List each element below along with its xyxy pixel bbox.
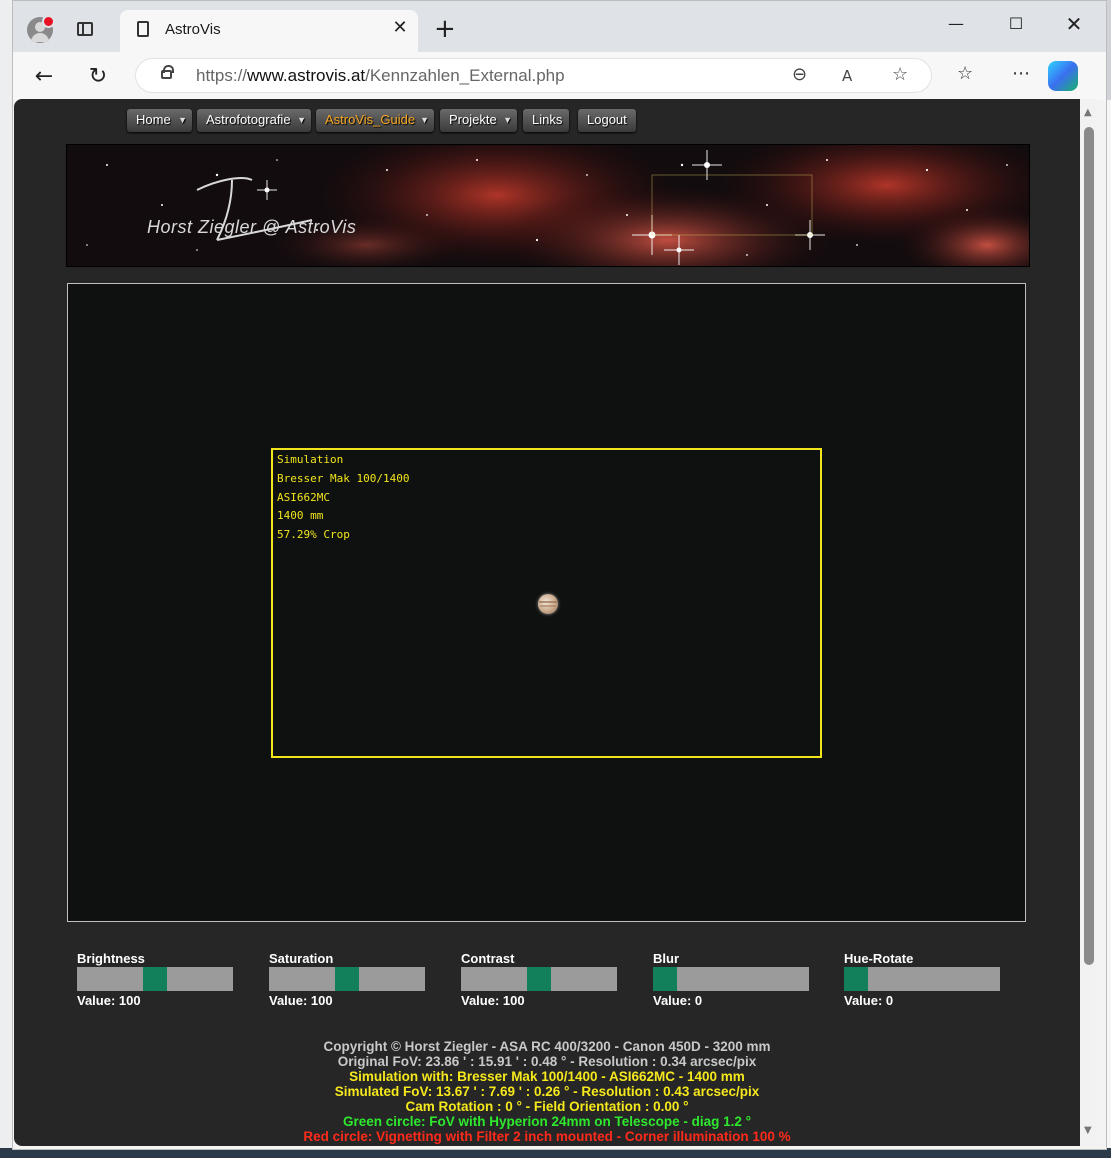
avatar-body	[31, 33, 49, 42]
fov-line-crop: 57.29% Crop	[277, 528, 350, 541]
brightness-slider[interactable]	[77, 967, 233, 991]
info-footer: Copyright © Horst Ziegler - ASA RC 400/3…	[14, 1039, 1080, 1144]
saturation-slider[interactable]	[269, 967, 425, 991]
slider-thumb[interactable]	[527, 967, 551, 991]
page-scrollbar[interactable]: ▲ ▼	[1080, 99, 1098, 1146]
fov-line-telescope: Bresser Mak 100/1400	[277, 472, 410, 485]
menu-astrofotografie[interactable]: Astrofotografie ▼	[197, 109, 311, 132]
contrast-slider[interactable]	[461, 967, 617, 991]
dropdown-arrow-icon: ▼	[420, 115, 429, 125]
scrollbar-thumb[interactable]	[1084, 127, 1094, 965]
slider-label: Saturation	[269, 951, 334, 966]
lock-icon[interactable]	[161, 65, 174, 79]
new-tab-icon[interactable]: +	[434, 16, 456, 42]
page-icon	[137, 21, 149, 37]
menu-home[interactable]: Home ▼	[127, 109, 192, 132]
header-banner: Horst Ziegler @ AstroVis	[66, 144, 1030, 267]
zoom-icon[interactable]: ⊖	[792, 64, 807, 85]
simulation-setup-line: Simulation with: Bresser Mak 100/1400 - …	[349, 1069, 745, 1084]
red-circle-line: Red circle: Vignetting with Filter 2 inc…	[303, 1129, 791, 1144]
slider-thumb[interactable]	[335, 967, 359, 991]
simulation-canvas: Simulation Bresser Mak 100/1400 ASI662MC…	[67, 283, 1026, 922]
hue-rotate-slider[interactable]	[844, 967, 1000, 991]
fov-line-camera: ASI662MC	[277, 491, 330, 504]
read-aloud-icon[interactable]: A	[842, 67, 852, 85]
more-menu-icon[interactable]: ⋯	[1012, 63, 1030, 84]
slider-thumb[interactable]	[143, 967, 167, 991]
fov-line-title: Simulation	[277, 453, 344, 466]
blur-slider[interactable]	[653, 967, 809, 991]
scroll-down-icon[interactable]: ▼	[1084, 1125, 1092, 1136]
refresh-icon[interactable]: ↻	[83, 62, 113, 92]
slider-label: Blur	[653, 951, 679, 966]
rotation-line: Cam Rotation : 0 ° - Field Orientation :…	[405, 1099, 689, 1114]
browser-toolbar: ← ↻ https://www.astrovis.at/Kennzahlen_E…	[13, 52, 1106, 100]
jupiter-image	[538, 594, 558, 614]
profile-avatar[interactable]	[27, 15, 55, 43]
dropdown-arrow-icon: ▼	[178, 115, 187, 125]
saturation-control: Saturation Value: 100	[269, 951, 439, 1008]
slider-label: Contrast	[461, 951, 515, 966]
green-circle-line: Green circle: FoV with Hyperion 24mm on …	[342, 1114, 751, 1129]
tab-title: AstroVis	[165, 21, 221, 38]
copyright-line: Copyright © Horst Ziegler - ASA RC 400/3…	[323, 1039, 771, 1054]
desktop-background-left	[0, 0, 12, 1158]
back-icon[interactable]: ←	[29, 62, 59, 92]
slider-label: Brightness	[77, 951, 145, 966]
blur-control: Blur Value: 0	[653, 951, 823, 1008]
fov-line-focal: 1400 mm	[277, 509, 324, 522]
slider-value: Value: 100	[77, 993, 141, 1008]
menu-links[interactable]: Links	[523, 109, 569, 132]
slider-value: Value: 0	[653, 993, 703, 1008]
tab-bar: AstroVis ✕ + — ☐ ✕	[13, 1, 1106, 52]
favorites-icon[interactable]: ☆	[957, 63, 973, 84]
menu-astrovis-guide[interactable]: AstroVis_Guide ▼	[316, 109, 434, 132]
brightness-control: Brightness Value: 100	[77, 951, 247, 1008]
notification-dot	[42, 15, 55, 28]
menu-projekte[interactable]: Projekte ▼	[440, 109, 517, 132]
nebula-image	[67, 145, 1029, 266]
dropdown-arrow-icon: ▼	[503, 115, 512, 125]
page-viewport: Home ▼ Astrofotografie ▼ AstroVis_Guide ▼ P…	[14, 99, 1080, 1146]
slider-value: Value: 100	[269, 993, 333, 1008]
dropdown-arrow-icon: ▼	[297, 115, 306, 125]
close-tab-icon[interactable]: ✕	[390, 18, 410, 38]
banner-signature: Horst Ziegler @ AstroVis	[147, 217, 357, 237]
slider-thumb[interactable]	[653, 967, 677, 991]
slider-thumb[interactable]	[844, 967, 868, 991]
favorite-star-icon[interactable]: ☆	[892, 64, 908, 85]
close-window-icon[interactable]: ✕	[1051, 9, 1097, 39]
browser-tab[interactable]: AstroVis ✕	[120, 10, 418, 52]
minimize-icon[interactable]: —	[933, 9, 979, 39]
hue-rotate-control: Hue-Rotate Value: 0	[844, 951, 1014, 1008]
address-bar[interactable]: https://www.astrovis.at/Kennzahlen_Exter…	[135, 58, 932, 93]
slider-label: Hue-Rotate	[844, 951, 914, 966]
scroll-up-icon[interactable]: ▲	[1084, 107, 1092, 118]
contrast-control: Contrast Value: 100	[461, 951, 631, 1008]
menu-logout[interactable]: Logout	[578, 109, 636, 132]
maximize-icon[interactable]: ☐	[993, 9, 1039, 39]
url-text[interactable]: https://www.astrovis.at/Kennzahlen_Exter…	[196, 66, 565, 86]
original-fov-line: Original FoV: 23.86 ' : 15.91 ' : 0.48 °…	[337, 1054, 757, 1069]
simulated-fov-line: Simulated FoV: 13.67 ' : 7.69 ' : 0.26 °…	[334, 1084, 760, 1099]
tab-actions-icon[interactable]	[77, 22, 93, 36]
fov-frame: Simulation Bresser Mak 100/1400 ASI662MC…	[271, 448, 822, 758]
slider-value: Value: 0	[844, 993, 894, 1008]
slider-value: Value: 100	[461, 993, 525, 1008]
copilot-icon[interactable]	[1048, 61, 1078, 91]
